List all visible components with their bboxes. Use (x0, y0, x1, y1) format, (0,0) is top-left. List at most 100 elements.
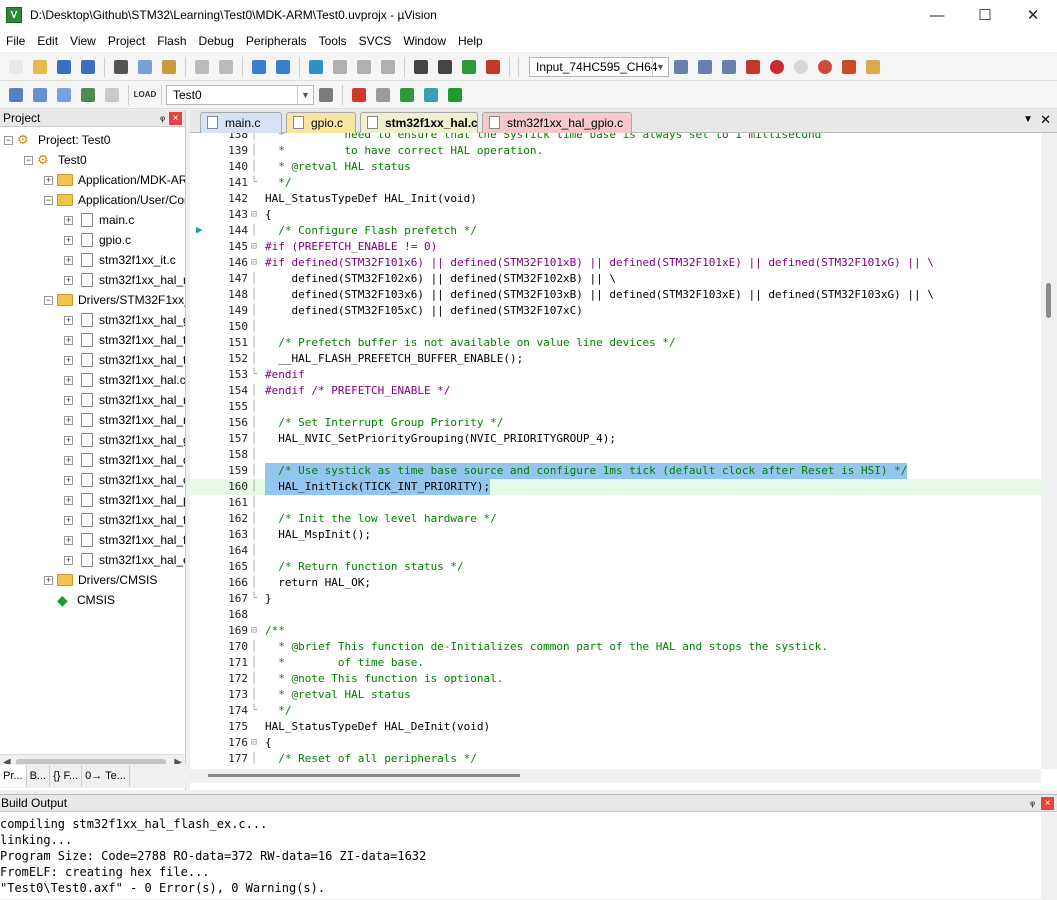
menu-window[interactable]: Window (397, 34, 452, 48)
fold-marker[interactable]: │ (251, 431, 261, 447)
tree-item[interactable]: + stm32f1xx_hal_flash_ex.c (64, 530, 185, 550)
expand-icon[interactable]: + (64, 315, 73, 325)
fold-marker[interactable]: │ (251, 463, 261, 479)
tree-item[interactable]: + stm32f1xx_hal_flash.c (64, 510, 185, 530)
tree-item[interactable]: + stm32f1xx_hal.c (64, 370, 185, 390)
build-output-text[interactable]: compiling stm32f1xx_hal_flash_ex.c... lin… (0, 816, 426, 896)
fold-marker[interactable]: │ (251, 383, 261, 399)
fold-marker[interactable]: │ (251, 415, 261, 431)
bookmark-clear-icon[interactable] (377, 56, 399, 78)
fold-marker[interactable]: │ (251, 479, 261, 495)
pin-icon[interactable]: ᵩ (160, 111, 165, 123)
find-in-files-icon[interactable] (670, 56, 692, 78)
fold-marker[interactable]: │ (251, 671, 261, 687)
expand-icon[interactable]: + (44, 175, 53, 185)
open-folder-icon[interactable] (29, 56, 51, 78)
menu-help[interactable]: Help (452, 34, 489, 48)
navigate-forward-icon[interactable] (272, 56, 294, 78)
save-icon[interactable] (53, 56, 75, 78)
settings-wrench-icon[interactable] (862, 56, 884, 78)
windows-icon[interactable] (838, 56, 860, 78)
bookmark-prev-icon[interactable] (329, 56, 351, 78)
expand-icon[interactable]: + (64, 275, 73, 285)
close-icon[interactable]: × (1041, 797, 1054, 810)
cut-icon[interactable] (110, 56, 132, 78)
fold-marker[interactable]: │ (251, 143, 261, 159)
panel-tab[interactable]: Pr... (0, 765, 27, 787)
bookmark-icon[interactable] (305, 56, 327, 78)
navigate-back-icon[interactable] (248, 56, 270, 78)
save-all-icon[interactable] (77, 56, 99, 78)
translate-icon[interactable] (5, 84, 27, 106)
fold-marker[interactable]: └ (251, 175, 261, 191)
tree-item[interactable]: + stm32f1xx_hal_tim_ex.c (64, 350, 185, 370)
fold-marker[interactable]: │ (251, 527, 261, 543)
expand-icon[interactable]: + (64, 515, 73, 525)
config-select[interactable]: Input_74HC595_CH64 ▼ (529, 56, 669, 77)
fold-marker[interactable]: │ (251, 335, 261, 351)
fold-marker[interactable]: │ (251, 687, 261, 703)
tree-item[interactable]: + stm32f1xx_hal_gpio_ex.c (64, 310, 185, 330)
fold-marker[interactable]: │ (251, 447, 261, 463)
collapse-icon[interactable]: − (24, 155, 33, 165)
expand-icon[interactable]: + (44, 575, 53, 585)
find-icon[interactable] (694, 56, 716, 78)
menu-flash[interactable]: Flash (151, 34, 192, 48)
fold-marker[interactable]: └ (251, 367, 261, 383)
editor-tab[interactable]: gpio.c (286, 112, 356, 133)
fold-marker[interactable] (251, 607, 261, 623)
tree-item[interactable]: + Application/MDK-ARM (44, 170, 185, 190)
expand-icon[interactable]: + (64, 335, 73, 345)
tree-item[interactable]: + stm32f1xx_hal_rcc_ex.c (64, 410, 185, 430)
target-select[interactable]: Test0 ▼ (166, 84, 314, 105)
menu-project[interactable]: Project (102, 34, 151, 48)
expand-icon[interactable]: + (64, 375, 73, 385)
indent-icon[interactable] (410, 56, 432, 78)
fold-marker[interactable]: │ (251, 639, 261, 655)
select-packs-icon[interactable] (396, 84, 418, 106)
close-tab-icon[interactable]: ✕ (1040, 112, 1051, 128)
close-icon[interactable]: × (169, 112, 182, 125)
fold-marker[interactable]: │ (251, 351, 261, 367)
code-editor[interactable]: ▶ 138 │ * need to ensure that the SysTick… (190, 133, 1057, 769)
breakpoint-kill-icon[interactable] (814, 56, 836, 78)
menu-edit[interactable]: Edit (31, 34, 64, 48)
incremental-find-icon[interactable] (718, 56, 740, 78)
expand-icon[interactable]: + (64, 215, 73, 225)
paste-icon[interactable] (158, 56, 180, 78)
fold-marker[interactable]: │ (251, 399, 261, 415)
editor-tab[interactable]: main.c (200, 112, 282, 133)
target-options-icon[interactable] (315, 84, 337, 106)
minimize-button[interactable]: — (913, 0, 961, 30)
expand-icon[interactable]: + (64, 555, 73, 565)
fold-marker[interactable]: │ (251, 159, 261, 175)
tree-item[interactable]: + stm32f1xx_hal_exti.c (64, 550, 185, 570)
file-extensions-icon[interactable] (348, 84, 370, 106)
pin-icon[interactable]: ᵩ (1030, 796, 1035, 808)
editor-vertical-scrollbar[interactable] (1041, 133, 1057, 769)
editor-tab[interactable]: stm32f1xx_hal.c (360, 112, 478, 133)
collapse-icon[interactable]: − (44, 195, 53, 205)
menu-debug[interactable]: Debug (193, 34, 240, 48)
fold-marker[interactable]: │ (251, 559, 261, 575)
fold-marker[interactable]: │ (251, 655, 261, 671)
fold-marker[interactable]: ⊟ (251, 207, 261, 223)
expand-icon[interactable]: + (64, 395, 73, 405)
tree-item[interactable]: − ⚙ Test0 (24, 150, 87, 170)
batch-build-icon[interactable] (77, 84, 99, 106)
new-file-icon[interactable] (5, 56, 27, 78)
expand-icon[interactable]: + (64, 475, 73, 485)
build-output-scrollbar[interactable] (1041, 813, 1057, 900)
redo-icon[interactable] (215, 56, 237, 78)
unindent-icon[interactable] (434, 56, 456, 78)
manage-rte-icon[interactable] (372, 84, 394, 106)
uncomment-icon[interactable] (482, 56, 504, 78)
expand-icon[interactable]: + (64, 235, 73, 245)
tree-item[interactable]: − ⚙ Project: Test0 (4, 130, 110, 150)
fold-marker[interactable]: └ (251, 703, 261, 719)
tab-list-dropdown-icon[interactable]: ▼ (1023, 114, 1033, 125)
bookmark-next-icon[interactable] (353, 56, 375, 78)
editor-horizontal-scrollbar[interactable] (190, 769, 1041, 783)
expand-icon[interactable]: + (64, 535, 73, 545)
expand-icon[interactable]: + (64, 435, 73, 445)
